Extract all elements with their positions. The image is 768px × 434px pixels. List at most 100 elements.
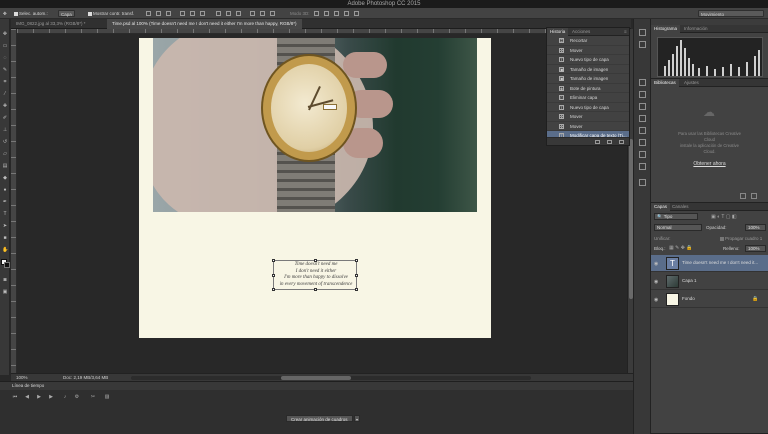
trash-icon[interactable] bbox=[619, 140, 624, 144]
move-tool-icon[interactable]: ✥ bbox=[3, 10, 7, 17]
tab-channels[interactable]: Canales bbox=[669, 203, 692, 211]
history-item[interactable]: T Nuevo tipo de capa bbox=[547, 103, 629, 112]
trash-icon[interactable] bbox=[751, 193, 757, 199]
3d-slide-icon[interactable] bbox=[344, 11, 349, 16]
play-icon[interactable]: ▶ bbox=[36, 394, 42, 400]
tab-time-psd[interactable]: Time.psd al 100% (Time doesn't need me I… bbox=[107, 19, 302, 29]
fill-input[interactable]: 100% bbox=[745, 245, 766, 252]
scrollbar-thumb[interactable] bbox=[281, 376, 351, 380]
tab-histogram[interactable]: Histograma bbox=[651, 25, 681, 33]
hand-tool-icon[interactable]: ✋ bbox=[2, 247, 8, 253]
dodge-tool-icon[interactable]: ● bbox=[2, 187, 8, 193]
properties-panel-icon[interactable] bbox=[639, 139, 646, 146]
brush-panel-icon[interactable] bbox=[639, 103, 646, 110]
history-item[interactable]: ✥ Mover bbox=[547, 46, 629, 55]
layer-row-capa-1[interactable]: ◉ Capa 1 bbox=[651, 273, 768, 290]
shape-tool-icon[interactable]: ■ bbox=[2, 235, 8, 241]
visibility-eye-icon[interactable]: ◉ bbox=[654, 279, 658, 285]
gradient-tool-icon[interactable]: ▤ bbox=[2, 163, 8, 169]
blend-mode-dropdown[interactable]: Normal bbox=[654, 224, 702, 231]
align-top-icon[interactable] bbox=[146, 11, 151, 16]
distribute-bottom-icon[interactable] bbox=[236, 11, 241, 16]
zoom-level[interactable]: 100% bbox=[16, 375, 28, 380]
align-vcenter-icon[interactable] bbox=[156, 11, 161, 16]
distribute-top-icon[interactable] bbox=[216, 11, 221, 16]
3d-scale-icon[interactable] bbox=[354, 11, 359, 16]
quick-select-tool-icon[interactable]: ✎ bbox=[2, 67, 8, 73]
distribute-right-icon[interactable] bbox=[270, 11, 275, 16]
styles-panel-icon[interactable] bbox=[639, 115, 646, 122]
brush-tool-icon[interactable]: ✐ bbox=[2, 115, 8, 121]
history-item[interactable]: ✥ Mover bbox=[547, 122, 629, 131]
3d-roll-icon[interactable] bbox=[324, 11, 329, 16]
distribute-hcenter-icon[interactable] bbox=[260, 11, 265, 16]
quote-text[interactable]: Time doesn't need me I don't need it eit… bbox=[270, 262, 362, 288]
3d-pan-icon[interactable] bbox=[334, 11, 339, 16]
transform-handle[interactable] bbox=[355, 288, 358, 291]
create-frame-animation-button[interactable]: Crear animación de cuadros bbox=[286, 415, 353, 422]
color-panel-icon[interactable] bbox=[639, 179, 646, 186]
3d-rotate-icon[interactable] bbox=[314, 11, 319, 16]
tab-adjustments[interactable]: Ajustes bbox=[681, 79, 702, 87]
marquee-tool-icon[interactable]: ▭ bbox=[2, 43, 8, 49]
first-frame-icon[interactable]: ⏮ bbox=[12, 394, 18, 400]
distribute-left-icon[interactable] bbox=[250, 11, 255, 16]
tab-libraries[interactable]: Bibliotecas bbox=[651, 79, 679, 87]
history-item[interactable]: ✥ Mover bbox=[547, 112, 629, 122]
layer-row-text[interactable]: ◉ T Time doesn't need me I don't need it… bbox=[651, 255, 768, 272]
crop-tool-icon[interactable]: ⌗ bbox=[2, 79, 8, 85]
show-transform-checkbox[interactable]: Mostrar contr. transf. bbox=[88, 10, 134, 17]
new-document-from-state-icon[interactable] bbox=[595, 140, 600, 144]
add-content-icon[interactable] bbox=[740, 193, 746, 199]
settings-icon[interactable]: ⚙ bbox=[74, 394, 80, 400]
tab-info[interactable]: Información bbox=[681, 25, 711, 33]
tab-actions[interactable]: Acciones bbox=[569, 28, 593, 36]
horizontal-scrollbar[interactable] bbox=[131, 376, 531, 380]
background-color-swatch[interactable] bbox=[4, 262, 10, 268]
type-tool-icon[interactable]: T bbox=[2, 211, 8, 217]
lasso-tool-icon[interactable]: ◌ bbox=[2, 55, 8, 61]
glyphs-panel-icon[interactable] bbox=[639, 163, 646, 170]
workspace-dropdown[interactable]: Movimiento bbox=[698, 10, 764, 17]
history-item[interactable]: ⌗ Recortar bbox=[547, 36, 629, 46]
history-item[interactable]: ▣ Tamaño de imagen bbox=[547, 74, 629, 84]
camera-icon[interactable] bbox=[607, 140, 612, 144]
split-icon[interactable]: ✂ bbox=[90, 394, 96, 400]
healing-tool-icon[interactable]: ✚ bbox=[2, 103, 8, 109]
lock-icons[interactable]: ▦ ✎ ✥ 🔒 bbox=[669, 245, 693, 251]
history-brush-tool-icon[interactable]: ↺ bbox=[2, 139, 8, 145]
opacity-input[interactable]: 100% bbox=[745, 224, 766, 231]
swatches-panel-icon[interactable] bbox=[639, 127, 646, 134]
transform-handle[interactable] bbox=[314, 288, 317, 291]
align-right-icon[interactable] bbox=[200, 11, 205, 16]
align-hcenter-icon[interactable] bbox=[190, 11, 195, 16]
filter-icons[interactable]: ▣ ◐ T ▢ ◧ bbox=[711, 214, 737, 220]
distribute-vcenter-icon[interactable] bbox=[226, 11, 231, 16]
document-size[interactable]: Doc: 2,19 MB/3,64 MB bbox=[63, 375, 108, 380]
chevron-down-icon[interactable]: ▾ bbox=[354, 415, 360, 422]
panel-menu-icon[interactable]: ≡ bbox=[621, 28, 630, 36]
visibility-eye-icon[interactable]: ◉ bbox=[654, 297, 658, 303]
get-now-link[interactable]: Obtener ahora bbox=[651, 161, 768, 167]
align-bottom-icon[interactable] bbox=[166, 11, 171, 16]
tab-layers[interactable]: Capas bbox=[651, 203, 671, 211]
previous-frame-icon[interactable]: ◀ bbox=[24, 394, 30, 400]
navigator-panel-icon[interactable] bbox=[639, 151, 646, 158]
history-item[interactable]: ▣ Tamaño de imagen bbox=[547, 65, 629, 74]
character-panel-icon[interactable] bbox=[639, 91, 646, 98]
stamp-tool-icon[interactable]: ⊥ bbox=[2, 127, 8, 133]
actions-panel-icon[interactable] bbox=[639, 41, 646, 48]
layer-row-fondo[interactable]: ◉ Fondo 🔒 bbox=[651, 291, 768, 308]
quick-mask-icon[interactable]: ◙ bbox=[2, 277, 8, 283]
audio-icon[interactable]: ♪ bbox=[62, 394, 68, 400]
paragraph-panel-icon[interactable] bbox=[639, 79, 646, 86]
eraser-tool-icon[interactable]: ▱ bbox=[2, 151, 8, 157]
align-left-icon[interactable] bbox=[180, 11, 185, 16]
eyedropper-tool-icon[interactable]: ⁄ bbox=[2, 91, 8, 97]
history-item[interactable]: T Nuevo tipo de capa bbox=[547, 55, 629, 65]
transition-icon[interactable]: ▨ bbox=[104, 394, 110, 400]
auto-select-checkbox[interactable]: Selec. autom.: bbox=[14, 10, 48, 17]
propagate-checkbox[interactable]: Propagar cuadro 1 bbox=[720, 236, 762, 241]
transform-handle[interactable] bbox=[272, 288, 275, 291]
layer-filter-dropdown[interactable]: 🔍 Tipo bbox=[654, 213, 698, 220]
